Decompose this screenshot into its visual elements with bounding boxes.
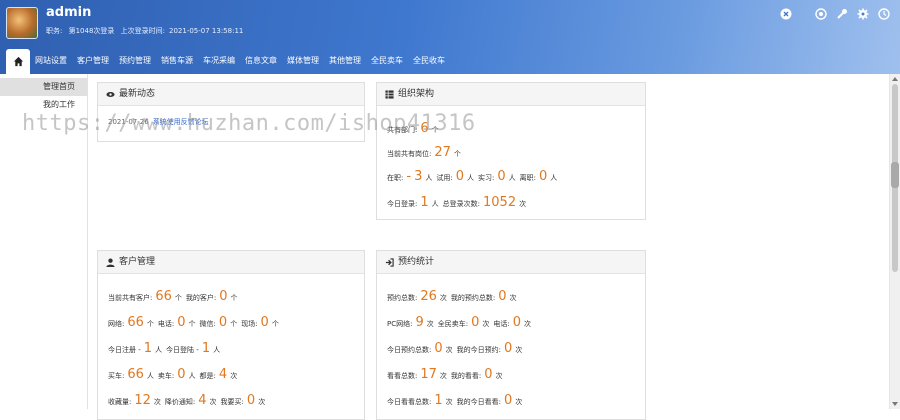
home-tab[interactable] (6, 49, 30, 74)
customers-panel-title: 客户管理 (119, 256, 156, 267)
login-count: 第1048次登录 (68, 27, 115, 35)
customers-panel: 客户管理 当前共有客户: 66 个 我的客户: 0 个 网络: 66 个 电话: 0 个 微信:… (97, 250, 365, 420)
booking-panel-header: 预约统计 (377, 251, 645, 274)
sidebar: 管理首页 我的工作 (0, 74, 88, 409)
gear-icon[interactable] (857, 8, 869, 20)
sidebar-item-my-work[interactable]: 我的工作 (0, 96, 87, 114)
role-label: 职务: (46, 27, 63, 35)
org-position-row: 当前共有岗位: 27 个 (387, 145, 461, 160)
clock-icon[interactable] (878, 8, 890, 20)
sign-in-icon (385, 257, 394, 267)
scroll-down-icon[interactable] (892, 402, 898, 406)
nav-item-inspection[interactable]: 车况采编 (203, 50, 235, 74)
nav-item-bookings[interactable]: 预约管理 (119, 50, 151, 74)
news-link[interactable]: 系统使用反馈论坛 (153, 117, 209, 127)
org-panel-title: 组织架构 (398, 88, 435, 99)
news-panel: 最新动态 2021-07-26 系统使用反馈论坛 (97, 82, 365, 142)
help-icon[interactable] (815, 8, 827, 20)
main-nav: 网站设置 客户管理 预约管理 销售车源 车况采编 信息文章 媒体管理 其他管理 … (6, 47, 455, 74)
customers-source-row: 网络: 66 个 电话: 0 个 微信: 0 个 现场: 0 个 (108, 315, 279, 330)
booking-today-row: 今日预约总数: 0 次 我的今日预约: 0 次 (387, 341, 523, 356)
nav-item-customers[interactable]: 客户管理 (77, 50, 109, 74)
scroll-up-icon[interactable] (892, 77, 898, 81)
news-date: 2021-07-26 (108, 118, 149, 126)
table-icon (385, 89, 394, 99)
scrollbar-grip[interactable] (891, 162, 899, 188)
customers-fav-row: 收藏量: 12 次 降价通知: 4 次 我要买: 0 次 (108, 393, 266, 408)
booking-panel-title: 预约统计 (398, 256, 435, 267)
sidebar-item-dashboard[interactable]: 管理首页 (0, 78, 87, 96)
user-icon (106, 258, 115, 267)
close-circle-icon[interactable] (780, 8, 792, 20)
nav-item-buy-car[interactable]: 全民收车 (413, 50, 445, 74)
main-content: 最新动态 2021-07-26 系统使用反馈论坛 组织架构 共有部门: 6 个 当前… (89, 74, 889, 420)
vertical-scrollbar[interactable] (889, 74, 900, 409)
org-panel: 组织架构 共有部门: 6 个 当前共有岗位: 27 个 在职: - 3人 试用: 0 人 实习… (376, 82, 646, 220)
last-login-time: 2021-05-07 13:58:11 (169, 27, 244, 35)
nav-item-other[interactable]: 其他管理 (329, 50, 361, 74)
news-panel-header: 最新动态 (98, 83, 364, 106)
last-login-label: 上次登录时间: (120, 27, 166, 35)
booking-view-row: 看看总数: 17 次 我的看看: 0 次 (387, 367, 503, 382)
nav-item-site-settings[interactable]: 网站设置 (35, 50, 67, 74)
org-dept-row: 共有部门: 6 个 (387, 121, 439, 136)
org-panel-header: 组织架构 (377, 83, 645, 106)
user-info: 职务: 第1048次登录 上次登录时间: 2021-05-07 13:58:11 (46, 26, 247, 36)
user-avatar[interactable] (6, 7, 38, 39)
top-header: admin 职务: 第1048次登录 上次登录时间: 2021-05-07 13:… (0, 0, 900, 74)
news-item: 2021-07-26 系统使用反馈论坛 (108, 117, 209, 127)
customers-today-row: 今日注册 -1人 今日登陆 -1人 (108, 341, 221, 356)
customers-total-row: 当前共有客户: 66 个 我的客户: 0 个 (108, 289, 238, 304)
nav-item-media[interactable]: 媒体管理 (287, 50, 319, 74)
nav-item-sell-car[interactable]: 全民卖车 (371, 50, 403, 74)
nav-item-articles[interactable]: 信息文章 (245, 50, 277, 74)
customers-panel-header: 客户管理 (98, 251, 364, 274)
wrench-icon[interactable] (836, 8, 848, 20)
booking-total-row: 预约总数: 26 次 我的预约总数: 0 次 (387, 289, 517, 304)
booking-channel-row: PC网络: 9 次 全民卖车: 0 次 电话: 0 次 (387, 315, 532, 330)
username: admin (46, 5, 92, 20)
header-toolbar (780, 8, 890, 20)
booking-today-view-row: 今日看看总数: 1 次 我的今日看看: 0 次 (387, 393, 523, 408)
org-login-row: 今日登录: 1 人 总登录次数: 1052 次 (387, 195, 527, 210)
nav-item-cars-for-sale[interactable]: 销售车源 (161, 50, 193, 74)
booking-panel: 预约统计 预约总数: 26 次 我的预约总数: 0 次 PC网络: 9 次 全民卖车: 0 次 … (376, 250, 646, 420)
news-panel-title: 最新动态 (119, 88, 156, 99)
customers-intent-row: 买车: 66 人 卖车: 0 人 都是: 4 次 (108, 367, 238, 382)
home-icon (13, 56, 23, 67)
eye-icon (106, 91, 115, 97)
org-staff-row: 在职: - 3人 试用: 0 人 实习: 0 人 离职: 0 人 (387, 169, 558, 184)
